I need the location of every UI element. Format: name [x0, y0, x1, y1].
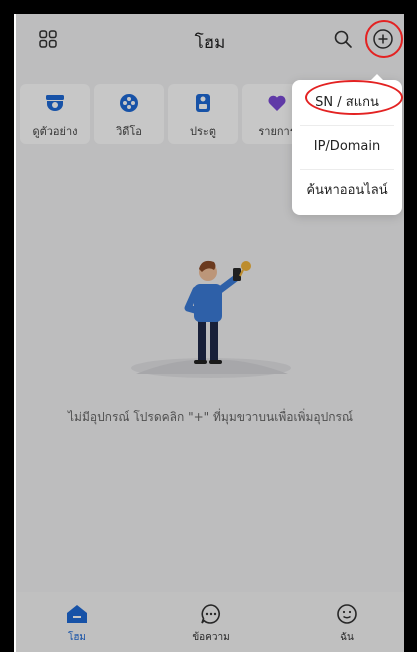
annotation-circle-sn — [305, 80, 403, 115]
annotation-circle-add — [365, 20, 403, 58]
menu-item-online-search[interactable]: ค้นหาออนไลน์ — [292, 170, 402, 212]
menu-item-ip-domain[interactable]: IP/Domain — [292, 126, 402, 168]
app-screen: โฮม ดูตัวอย่าง วิดีโอ ประตู รายการ ไม่มี… — [14, 14, 404, 652]
